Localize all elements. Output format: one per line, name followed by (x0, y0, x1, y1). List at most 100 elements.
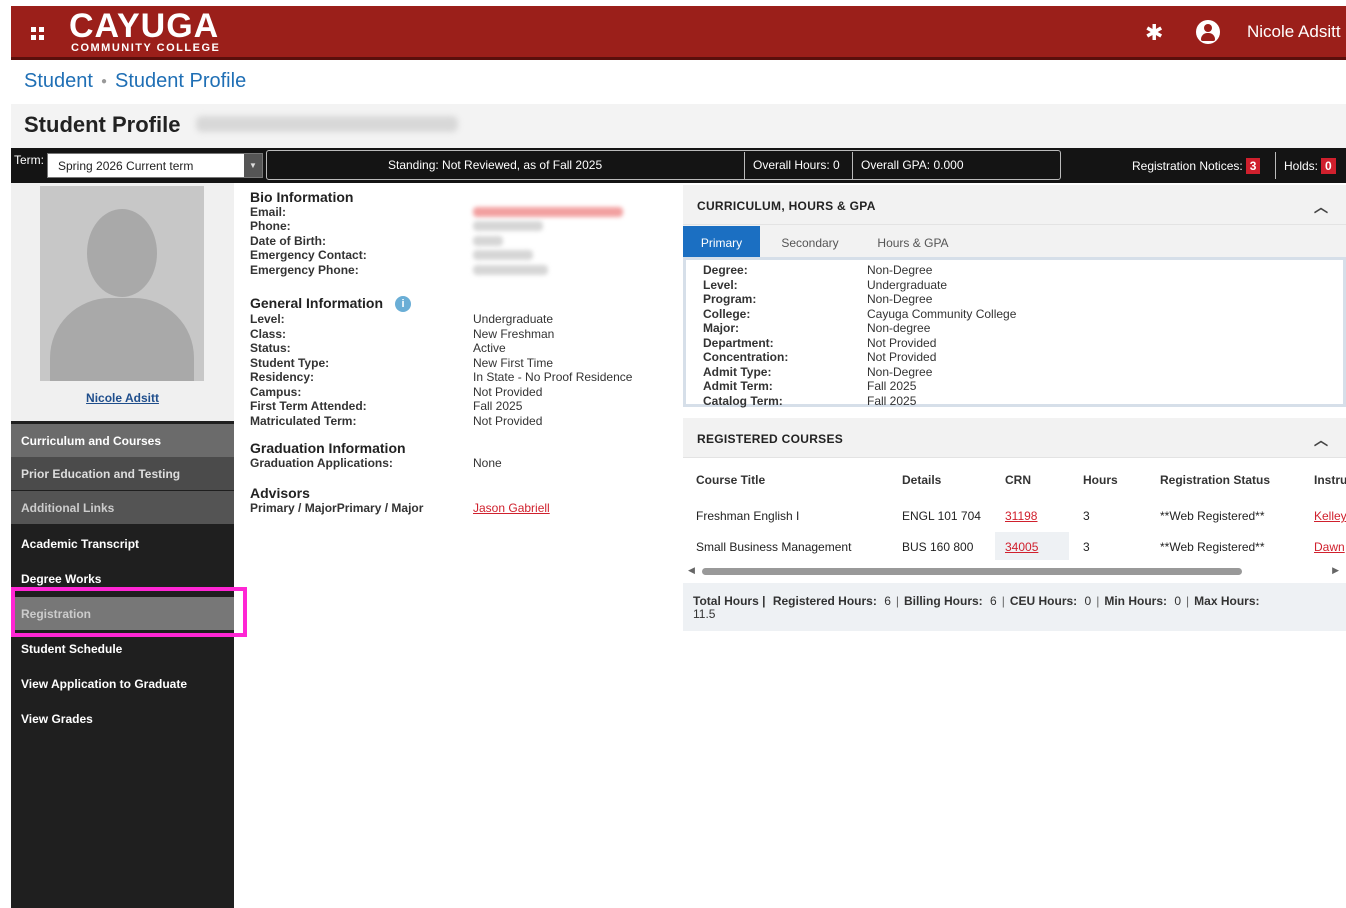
column-header-details[interactable]: Details (902, 473, 941, 487)
general-label: Class: (250, 326, 287, 341)
logo-main-text: CAYUGA (69, 7, 220, 45)
term-select[interactable]: Spring 2026 Current term ▼ (47, 153, 263, 178)
holds[interactable]: Holds: 0 (1284, 158, 1336, 174)
sidebar-item-additional-links[interactable]: Additional Links (11, 491, 234, 524)
redacted-email (473, 206, 623, 217)
redacted-emergency-phone (473, 264, 548, 275)
page-title-bar: Student Profile (11, 104, 1346, 148)
column-header-course-title[interactable]: Course Title (696, 473, 765, 487)
scrollbar-thumb[interactable] (702, 568, 1242, 575)
logo-sub-text: COMMUNITY COLLEGE (71, 42, 221, 54)
breadcrumb-separator-icon: ● (100, 76, 107, 88)
curriculum-label: Major: (703, 321, 739, 335)
sidebar-item-view-application-to-graduate[interactable]: View Application to Graduate (11, 667, 234, 700)
user-name[interactable]: Nicole Adsitt (1247, 22, 1341, 42)
bio-emergency-phone-label: Emergency Phone: (250, 262, 359, 277)
curriculum-value: Not Provided (867, 335, 937, 350)
curriculum-label: Level: (703, 277, 738, 292)
registered-courses-table: Course Title Details CRN Hours Registrat… (683, 458, 1346, 578)
sidebar-item-academic-transcript[interactable]: Academic Transcript (11, 527, 234, 560)
sidebar-item-view-grades[interactable]: View Grades (11, 702, 234, 735)
course-crn-link[interactable]: 34005 (1005, 540, 1038, 554)
registration-notices[interactable]: Registration Notices: 3 (1132, 158, 1261, 174)
column-header-registration-status[interactable]: Registration Status (1160, 473, 1270, 487)
general-label: Student Type: (250, 355, 330, 370)
course-hours: 3 (1083, 540, 1090, 554)
student-info-column: Bio Information Email: Phone: Date of Bi… (250, 190, 670, 515)
redacted-contact (473, 250, 533, 260)
course-title: Small Business Management (696, 540, 852, 554)
breadcrumb-student-profile[interactable]: Student Profile (115, 70, 246, 92)
max-hours-value: 11.5 (693, 607, 716, 621)
scroll-right-icon[interactable]: ▶ (1332, 565, 1339, 576)
curriculum-panel: CURRICULUM, HOURS & GPA ︿ Primary Second… (683, 185, 1346, 259)
user-avatar-icon[interactable] (1196, 20, 1220, 44)
curriculum-value: Undergraduate (867, 277, 948, 292)
top-banner: CAYUGA COMMUNITY COLLEGE ✱ Nicole Adsitt (11, 6, 1346, 60)
advisor-name-link[interactable]: Jason Gabriell (473, 501, 550, 516)
registered-courses-title: REGISTERED COURSES (697, 432, 844, 446)
horizontal-scrollbar[interactable]: ◀ ▶ (686, 565, 1343, 577)
bio-dob-label: Date of Birth: (250, 233, 326, 248)
bio-phone-label: Phone: (250, 219, 291, 233)
column-header-crn[interactable]: CRN (1005, 473, 1031, 487)
curriculum-value: Cayuga Community College (867, 306, 1017, 321)
course-instructor-link[interactable]: Kelley (1314, 509, 1346, 523)
column-header-hours[interactable]: Hours (1083, 473, 1118, 487)
column-header-instructor[interactable]: Instru (1314, 473, 1346, 487)
divider (852, 152, 853, 179)
holds-count-badge[interactable]: 0 (1321, 158, 1336, 174)
page-title: Student Profile (24, 112, 181, 137)
app-grid-icon[interactable] (31, 27, 45, 41)
curriculum-value: Not Provided (867, 350, 937, 364)
general-value: New First Time (473, 355, 554, 370)
general-value: Undergraduate (473, 312, 554, 326)
course-crn-link[interactable]: 31198 (1005, 509, 1037, 523)
tab-secondary[interactable]: Secondary (769, 226, 851, 258)
student-photo-placeholder (40, 186, 204, 381)
info-icon[interactable]: i (395, 296, 412, 312)
tab-hours-gpa[interactable]: Hours & GPA (869, 226, 957, 258)
sidebar-item-prior-education-and-testing[interactable]: Prior Education and Testing (11, 457, 234, 490)
student-photo-card: Nicole Adsitt (11, 183, 234, 421)
term-label: Term: (14, 153, 44, 167)
bio-email-label: Email: (250, 204, 287, 219)
curriculum-tab-content: Degree: Non-Degree Level: Undergraduate Pr… (683, 257, 1346, 408)
course-hours: 3 (1083, 509, 1090, 523)
min-hours-label: Min Hours: (1104, 594, 1167, 608)
registered-courses-header[interactable]: REGISTERED COURSES ︿ (683, 418, 1346, 458)
divider (1275, 152, 1276, 179)
college-logo[interactable]: CAYUGA COMMUNITY COLLEGE (69, 8, 220, 54)
ceu-hours-label: CEU Hours: (1009, 594, 1078, 608)
advisor-role-label: Primary / MajorPrimary / Major (250, 500, 424, 515)
curriculum-value: Non-Degree (867, 292, 933, 306)
chevron-up-icon[interactable]: ︿ (1314, 430, 1328, 450)
general-value: Not Provided (473, 413, 543, 428)
student-name-link[interactable]: Nicole Adsitt (11, 391, 234, 405)
standing-text: Standing: Not Reviewed, as of Fall 2025 (388, 158, 603, 172)
scroll-left-icon[interactable]: ◀ (688, 565, 695, 576)
curriculum-panel-header[interactable]: CURRICULUM, HOURS & GPA ︿ (683, 185, 1346, 225)
overall-hours: Overall Hours: 0 (753, 158, 840, 172)
bio-title: Bio Information (250, 189, 354, 205)
course-instructor-link[interactable]: Dawn (1314, 540, 1345, 554)
general-label: First Term Attended: (250, 399, 367, 413)
breadcrumb-student[interactable]: Student (24, 70, 93, 92)
sidebar-item-curriculum-and-courses[interactable]: Curriculum and Courses (11, 424, 234, 457)
general-value: Not Provided (473, 384, 543, 399)
billing-hours-label: Billing Hours: (904, 594, 983, 608)
chevron-up-icon[interactable]: ︿ (1314, 197, 1328, 217)
general-label: Level: (250, 312, 285, 326)
gear-icon[interactable]: ✱ (1145, 22, 1163, 44)
min-hours-value: 0 (1174, 594, 1182, 608)
general-label: Residency: (250, 370, 315, 384)
tab-primary[interactable]: Primary (683, 226, 760, 258)
notices-count-badge[interactable]: 3 (1245, 158, 1261, 174)
redacted-dob (473, 235, 503, 246)
curriculum-label: Degree: (703, 263, 748, 277)
general-value: New Freshman (473, 326, 555, 341)
chevron-down-icon[interactable]: ▼ (244, 154, 262, 177)
overall-gpa: Overall GPA: 0.000 (861, 158, 964, 172)
ceu-hours-value: 0 (1084, 594, 1092, 608)
total-hours-label: Total Hours | (693, 594, 766, 608)
